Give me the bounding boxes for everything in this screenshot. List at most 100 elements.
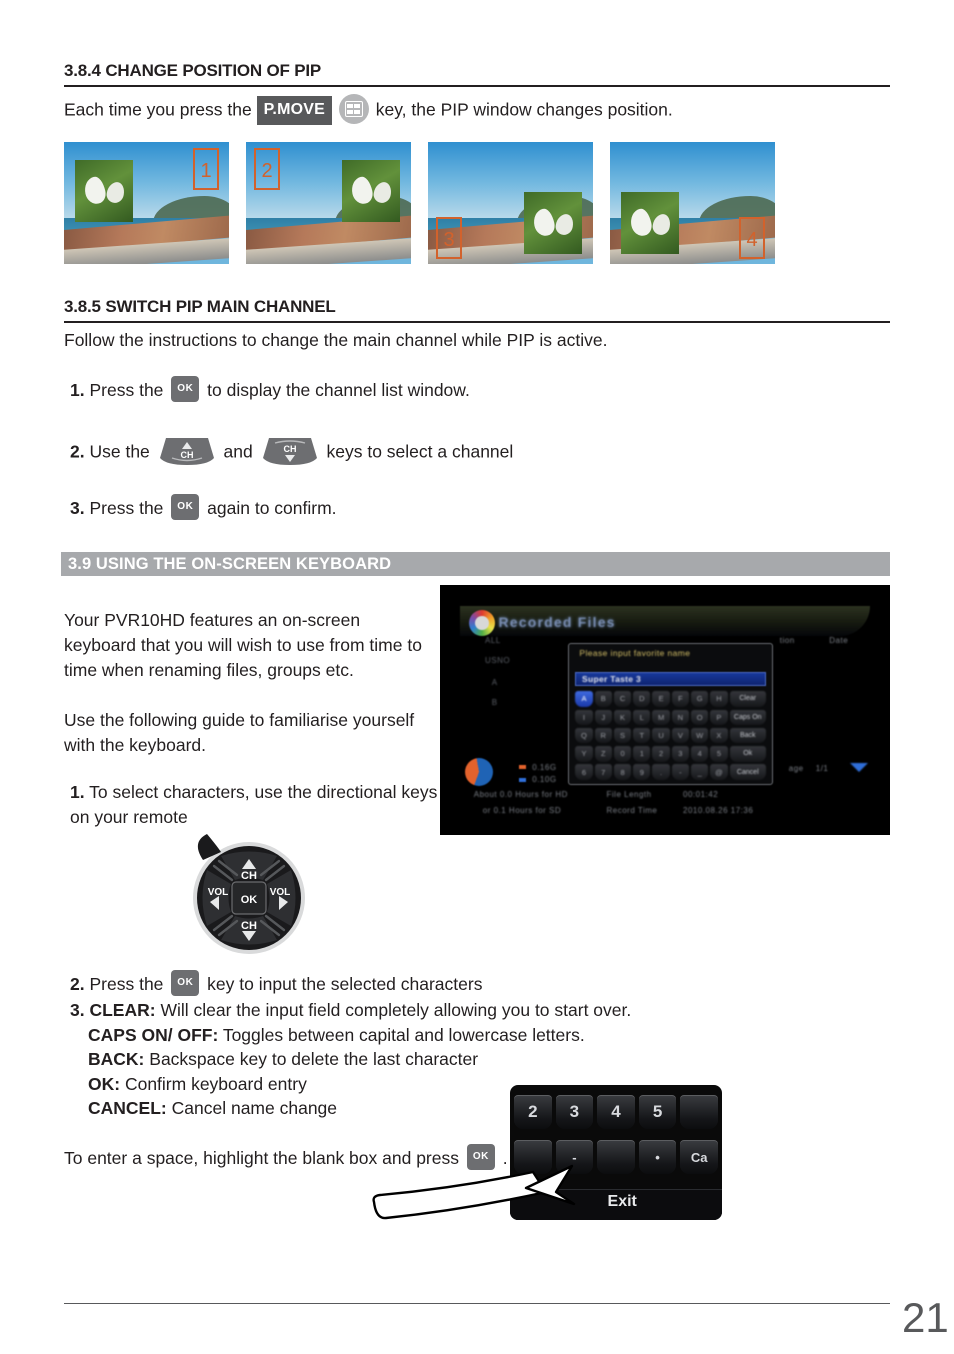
dpad-ok-label: OK (241, 894, 258, 906)
kb-key[interactable]: 2 (514, 1095, 552, 1129)
tv-size-sd: 0.10G (532, 775, 557, 784)
tv-key[interactable]: E (652, 691, 670, 707)
section-39-para-1: Your PVR10HD features an on-screen keybo… (64, 610, 422, 680)
desc-ok: Confirm keyboard entry (124, 1074, 307, 1094)
tv-key-back[interactable]: Back (729, 727, 766, 744)
tv-key-cancel[interactable]: Cancel (729, 764, 766, 780)
tv-key[interactable]: Z (594, 746, 612, 762)
tv-key[interactable]: W (691, 727, 709, 744)
kb-key[interactable]: 5 (638, 1095, 677, 1129)
channel-down-key-icon[interactable]: CH (262, 436, 318, 466)
tv-key-ok[interactable]: Ok (729, 746, 766, 762)
tv-key[interactable]: A (575, 691, 593, 707)
step-number: 3. (70, 1000, 85, 1020)
tv-scroll-down-icon[interactable] (849, 762, 868, 772)
svg-text:CH: CH (283, 444, 296, 454)
tv-key[interactable]: 1 (633, 746, 651, 762)
section-39-term-ok: OK: Confirm keyboard entry (88, 1072, 307, 1096)
tv-key[interactable]: N (671, 709, 690, 725)
tv-keyboard-row[interactable]: Q R S T U V W X Back (575, 727, 766, 744)
tv-key[interactable]: H (710, 691, 728, 707)
tv-record-time-label: Record Time (606, 806, 658, 816)
intro-text-before: Each time you press the (64, 99, 252, 120)
ok-key-icon[interactable]: OK (171, 494, 200, 521)
divider-384 (64, 85, 890, 87)
section-39-term-back: BACK: Backspace key to delete the last c… (88, 1047, 478, 1071)
manual-page: 3.8.4 CHANGE POSITION OF PIP Each time y… (0, 0, 954, 1354)
tv-key[interactable]: G (691, 691, 709, 707)
pmove-button-tag[interactable]: P.MOVE (256, 95, 332, 125)
channel-up-key-icon[interactable]: CH (159, 436, 215, 466)
ok-key-icon[interactable]: OK (171, 970, 200, 997)
tv-key[interactable]: L (633, 709, 651, 725)
tv-key[interactable]: - (671, 764, 690, 780)
tv-dialog-prompt: Please input favorite name (579, 647, 691, 658)
term-caps: CAPS ON/ OFF: (88, 1025, 219, 1045)
term-back: BACK: (88, 1049, 145, 1069)
tv-key[interactable]: R (594, 727, 612, 744)
step-3-385: 3. Press the OK again to confirm. (70, 494, 337, 522)
tv-key[interactable]: B (594, 691, 612, 707)
tv-keyboard-row[interactable]: Y Z 0 1 2 3 4 5 Ok (575, 746, 766, 762)
tv-key[interactable]: _ (691, 764, 709, 780)
kb-key-cancel[interactable]: Ca (680, 1140, 718, 1174)
tv-key[interactable]: 9 (633, 764, 651, 780)
term-clear: CLEAR: (89, 1000, 156, 1020)
svg-text:CH: CH (180, 450, 193, 460)
tv-key[interactable]: I (575, 709, 593, 725)
tv-hours-sd: or 0.1 Hours for SD (482, 806, 562, 816)
kb-key[interactable]: • (638, 1140, 677, 1174)
kb-key-blank[interactable] (680, 1095, 718, 1129)
desc-cancel: Cancel name change (171, 1098, 338, 1118)
pip-grid-icon[interactable] (338, 94, 369, 124)
tv-key[interactable]: 3 (671, 746, 690, 762)
kb-key[interactable]: 3 (555, 1095, 594, 1129)
tv-key[interactable]: J (594, 709, 612, 725)
tv-key-clear[interactable]: Clear (729, 691, 766, 707)
tv-name-input[interactable]: Super Taste 3 (575, 671, 766, 686)
remote-directional-pad: CH CH VOL VOL OK (177, 832, 322, 962)
tv-keyboard-row[interactable]: 6 7 8 9 . - _ @ Cancel (575, 764, 766, 780)
tv-key[interactable]: D (633, 691, 651, 707)
tv-key[interactable]: T (633, 727, 651, 744)
section-39-step-3: 3. CLEAR: Will clear the input field com… (70, 998, 631, 1022)
tv-key[interactable]: 0 (613, 746, 632, 762)
section-39-term-caps: CAPS ON/ OFF: Toggles between capital an… (88, 1023, 585, 1047)
tv-key[interactable]: U (652, 727, 670, 744)
tv-key[interactable]: 7 (594, 764, 612, 780)
tv-key[interactable]: F (671, 691, 690, 707)
pip-thumbnail-1: 1 (64, 142, 229, 264)
tv-key[interactable]: . (652, 764, 670, 780)
tv-keyboard-row[interactable]: I J K L M N O P Caps On (575, 709, 766, 725)
pip-position-number: 3 (436, 217, 462, 259)
tv-key[interactable]: Y (575, 746, 593, 762)
tv-key[interactable]: M (652, 709, 670, 725)
ok-key-icon[interactable]: OK (171, 376, 200, 403)
tv-key[interactable]: S (613, 727, 632, 744)
step-text-after: again to confirm. (207, 498, 337, 518)
desc-clear: Will clear the input field completely al… (160, 1000, 632, 1020)
tv-key[interactable]: Q (575, 727, 593, 744)
footer-divider (64, 1303, 890, 1304)
tv-key[interactable]: C (613, 691, 632, 707)
tv-key[interactable]: V (671, 727, 690, 744)
tv-key[interactable]: K (613, 709, 632, 725)
tv-key-caps[interactable]: Caps On (729, 709, 766, 725)
section-39-term-cancel: CANCEL: Cancel name change (88, 1096, 337, 1120)
tv-key[interactable]: X (710, 727, 728, 744)
tv-key[interactable]: O (691, 709, 709, 725)
dpad-down-label: CH (241, 920, 257, 932)
tv-key[interactable]: 4 (691, 746, 709, 762)
tv-storage-pie-icon (464, 757, 493, 786)
tv-keyboard-row[interactable]: A B C D E F G H Clear (575, 691, 766, 707)
tv-key[interactable]: 6 (575, 764, 593, 780)
step-text-after: keys to select a channel (326, 441, 514, 462)
tv-key[interactable]: 2 (652, 746, 670, 762)
tv-key[interactable]: P (710, 709, 728, 725)
tv-hours-hd: About 0.0 Hours for HD (473, 790, 568, 799)
tv-key[interactable]: 5 (710, 746, 728, 762)
kb-key[interactable]: 4 (597, 1095, 635, 1129)
tv-key[interactable]: @ (710, 764, 728, 780)
tv-key[interactable]: 8 (613, 764, 632, 780)
divider-385 (64, 321, 890, 323)
